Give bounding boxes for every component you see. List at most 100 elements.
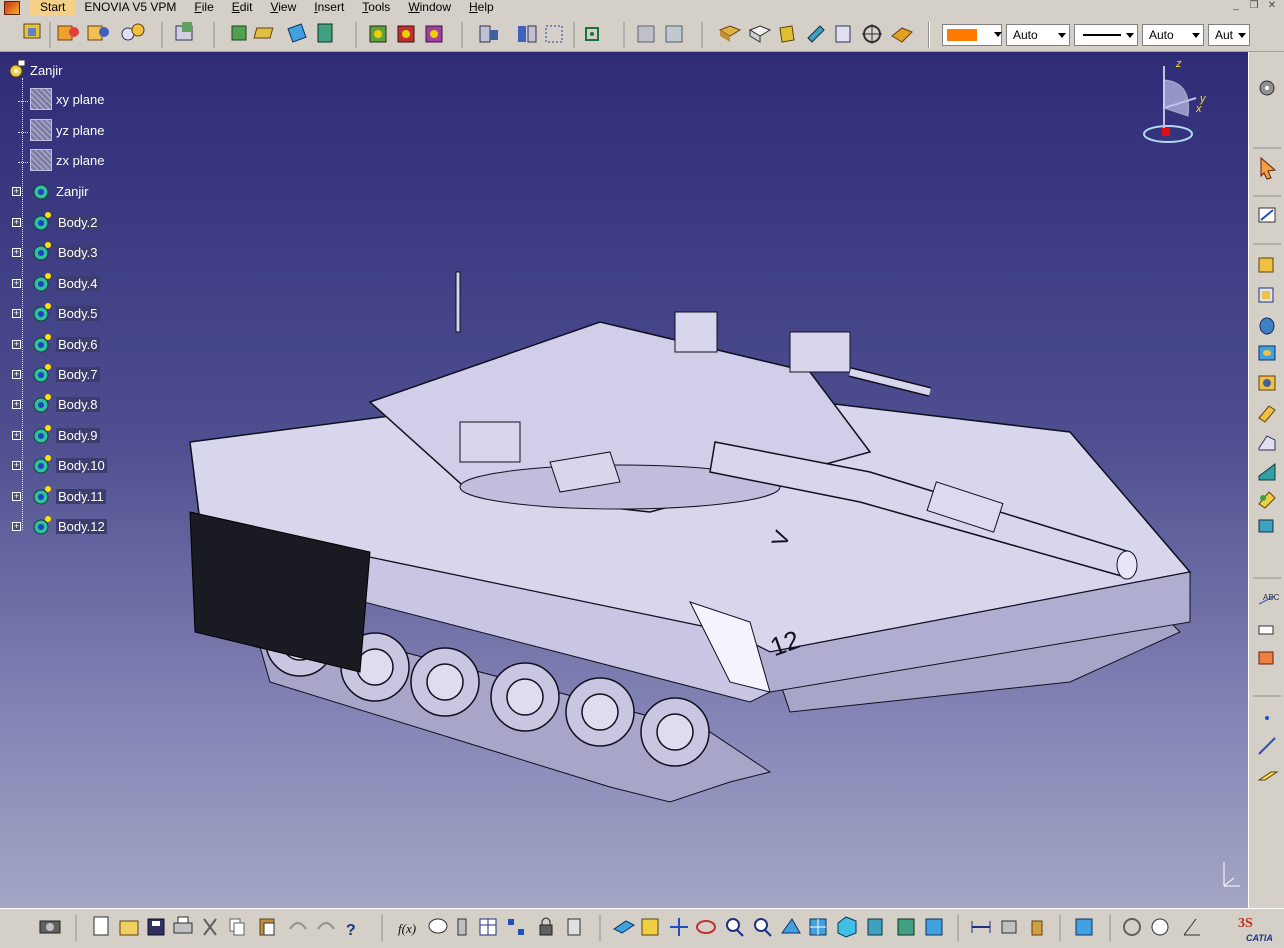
menu-file[interactable]: File (185, 0, 222, 16)
menu-view[interactable]: View (261, 0, 305, 16)
rotate-view-icon[interactable] (696, 920, 716, 934)
tree-item-zx-plane[interactable]: zx plane (30, 149, 104, 171)
line-weight-select[interactable]: Auto (1142, 24, 1204, 46)
assemble-icon[interactable] (57, 25, 79, 41)
fit-all-icon[interactable] (585, 27, 599, 41)
target-icon[interactable] (862, 24, 882, 44)
menu-insert[interactable]: Insert (305, 0, 353, 16)
open-file-icon[interactable] (119, 920, 139, 936)
expand-icon[interactable]: + (12, 492, 21, 501)
fly-mode-icon[interactable] (613, 920, 635, 934)
intersect-icon[interactable] (121, 23, 145, 41)
sketch-analysis-icon[interactable] (479, 25, 498, 43)
hide-show-icon[interactable] (897, 918, 915, 936)
expand-icon[interactable]: + (12, 431, 21, 440)
wireframe-icon[interactable] (779, 25, 795, 43)
fit-all-in-icon[interactable] (641, 918, 659, 936)
refresh-icon[interactable] (1123, 918, 1141, 936)
close-surface-icon[interactable] (287, 23, 307, 43)
pad-tool-icon[interactable] (1258, 257, 1274, 273)
shading-view-icon[interactable] (867, 918, 883, 936)
hand-icon[interactable] (1151, 918, 1169, 936)
capture-icon[interactable] (39, 920, 61, 934)
restore-icon[interactable]: ❐ (1246, 0, 1262, 14)
shading-icon[interactable] (718, 25, 742, 42)
tree-item-yz-plane[interactable]: yz plane (30, 119, 104, 141)
fillet-tool-icon[interactable] (1258, 491, 1276, 509)
chamfer-tool-icon[interactable] (1258, 519, 1274, 533)
paste-icon[interactable] (259, 918, 275, 936)
tree-item-body[interactable]: Body.8 (30, 394, 100, 414)
point-icon[interactable] (1265, 716, 1269, 720)
catalog-icon[interactable] (637, 25, 655, 43)
line-type-select[interactable] (1074, 24, 1138, 46)
stiffener-tool-icon[interactable] (1258, 435, 1276, 451)
menu-help[interactable]: Help (460, 0, 503, 16)
axis-tool-icon[interactable] (1183, 918, 1200, 936)
tree-item-body[interactable]: Body.9 (30, 425, 100, 445)
tree-item-body[interactable]: Body.12 (30, 516, 107, 536)
tree-item-body[interactable]: Body.7 (30, 364, 100, 384)
lock-icon[interactable] (539, 917, 553, 936)
layer-select[interactable]: Aut (1208, 24, 1250, 46)
hidden-edges-icon[interactable] (807, 25, 825, 43)
zoom-in-icon[interactable] (726, 918, 744, 937)
menu-edit[interactable]: Edit (223, 0, 262, 16)
print-icon[interactable] (173, 916, 193, 934)
rib-tool-icon[interactable] (1258, 405, 1276, 423)
tree-item-body[interactable]: Zanjir (30, 181, 89, 201)
apply-material-icon[interactable] (1075, 918, 1093, 936)
redo-icon[interactable] (317, 922, 335, 930)
law-icon[interactable] (457, 918, 467, 936)
menu-tools[interactable]: Tools (353, 0, 399, 16)
table-edit-icon[interactable] (479, 918, 497, 936)
expand-icon[interactable]: + (12, 461, 21, 470)
cube-view-icon[interactable] (835, 25, 851, 43)
view-mode-icon[interactable] (891, 27, 913, 43)
pocket-tool-icon[interactable] (1258, 287, 1274, 303)
menu-start[interactable]: Start (30, 0, 76, 16)
compass-widget[interactable]: z y x (1136, 58, 1208, 148)
plane-tool-icon[interactable] (1257, 771, 1279, 781)
line-icon[interactable] (1258, 737, 1276, 755)
multi-section-icon[interactable] (1258, 463, 1276, 481)
sketcher-icon[interactable] (1258, 207, 1276, 223)
text-tool-icon[interactable]: ABC (1258, 593, 1280, 605)
undo-icon[interactable] (289, 922, 307, 930)
tree-item-body[interactable]: Body.4 (30, 273, 100, 293)
split-icon[interactable] (231, 25, 247, 41)
expand-icon[interactable]: + (12, 248, 21, 257)
fill-color-picker[interactable] (942, 24, 1002, 46)
save-icon[interactable] (147, 918, 165, 936)
tree-item-body[interactable]: Body.6 (30, 334, 100, 354)
minimize-icon[interactable]: _ (1228, 0, 1244, 14)
catia-app-icon[interactable] (4, 1, 20, 15)
3d-viewport[interactable]: Zanjir xy plane yz plane zx plane + Zanj… (0, 52, 1248, 908)
measure-inertia-icon[interactable] (1031, 920, 1043, 936)
cut-icon[interactable] (203, 918, 217, 936)
tank-3d-model[interactable]: 12 V (170, 212, 1210, 812)
expand-icon[interactable]: + (12, 187, 21, 196)
transform-icon[interactable] (369, 25, 387, 43)
new-file-icon[interactable] (93, 916, 109, 936)
thick-surface-icon[interactable] (253, 27, 274, 39)
tree-item-body[interactable]: Body.10 (30, 455, 107, 475)
rotate-icon[interactable] (397, 25, 415, 43)
symmetry-icon[interactable] (425, 25, 443, 43)
pad-icon[interactable] (23, 23, 41, 39)
annotation-icon[interactable] (1258, 625, 1274, 635)
shading-edges-icon[interactable] (748, 25, 772, 43)
add-icon[interactable] (87, 25, 109, 41)
expand-icon[interactable]: + (12, 522, 21, 531)
swap-visible-icon[interactable] (925, 918, 943, 936)
iso-view-icon[interactable] (837, 916, 857, 938)
tree-item-body[interactable]: Body.3 (30, 242, 100, 262)
multi-view-icon[interactable] (809, 918, 827, 936)
groove-tool-icon[interactable] (1258, 375, 1276, 391)
tree-item-xy-plane[interactable]: xy plane (30, 88, 104, 110)
settings-gear-icon[interactable] (1259, 80, 1275, 96)
sew-surface-icon[interactable] (317, 23, 333, 43)
expand-icon[interactable]: + (12, 279, 21, 288)
boolean-icon[interactable] (175, 22, 193, 41)
zoom-out-icon[interactable] (754, 918, 772, 937)
